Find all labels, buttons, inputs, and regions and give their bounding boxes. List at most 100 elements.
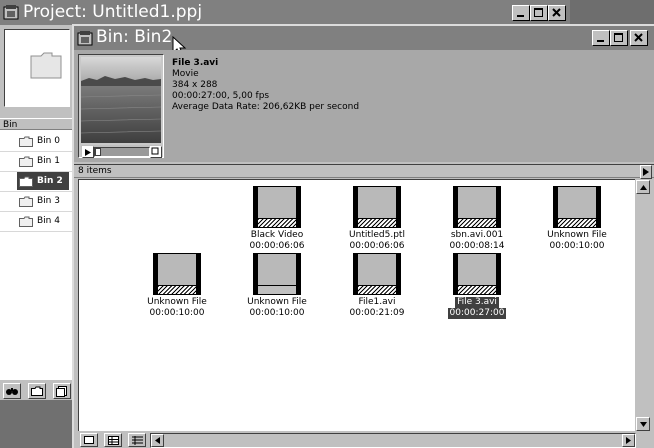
bin-maximize-button[interactable] <box>610 30 628 46</box>
clip-thumbnail-icon <box>453 253 501 295</box>
project-maximize-button[interactable] <box>530 5 548 21</box>
binoculars-icon <box>6 387 18 395</box>
thumbnail-view-button[interactable] <box>104 433 122 447</box>
bin-item-label: Bin 1 <box>37 156 60 166</box>
folder-icon <box>19 216 33 227</box>
bin-window-title: Bin: Bin2 <box>96 27 173 47</box>
vertical-scrollbar[interactable] <box>635 179 650 431</box>
find-button[interactable] <box>3 383 21 399</box>
clip-duration: 00:00:10:00 <box>149 308 205 318</box>
preview-scrub-bar[interactable] <box>94 147 150 157</box>
minimize-icon <box>597 40 604 42</box>
premiere-app-icon <box>3 5 19 20</box>
minimize-icon <box>517 15 524 17</box>
new-bin-button[interactable] <box>28 383 46 399</box>
triangle-right-icon <box>643 168 649 176</box>
project-thumbnail-area <box>4 29 70 107</box>
bin-item-label: Bin 0 <box>37 136 60 146</box>
bin-menu-button[interactable] <box>640 165 652 179</box>
clip-item[interactable]: sbn.avi.001 00:00:08:14 <box>427 186 527 256</box>
clip-thumbnail-icon <box>553 186 601 228</box>
bin-titlebar[interactable]: Bin: Bin2 <box>74 26 654 57</box>
clip-duration: 00:00:10:00 <box>549 241 605 251</box>
clip-preview-image <box>81 57 161 143</box>
bin-item-label: Bin 4 <box>37 216 60 226</box>
clip-item[interactable]: Untitled5.ptl 00:00:06:06 <box>327 186 427 256</box>
project-titlebar[interactable]: Project: Untitled1.ppj <box>0 0 570 25</box>
clip-duration: 00:00:21:09 <box>349 308 405 318</box>
new-item-icon <box>56 385 67 397</box>
bin-row-divider <box>0 231 72 232</box>
bin-item-1[interactable]: Bin 1 <box>17 152 69 170</box>
clip-name: Untitled5.ptl <box>349 230 405 240</box>
bin-item-0[interactable]: Bin 0 <box>17 132 69 150</box>
bin-column-header[interactable]: Bin <box>0 118 72 130</box>
clip-item[interactable]: File 3.avi 00:00:27:00 <box>427 253 527 323</box>
arrow-down-icon <box>639 421 647 427</box>
folder-icon <box>19 176 33 187</box>
project-minimize-button[interactable] <box>512 5 530 21</box>
clip-duration: 00:00:27:00 <box>447 308 507 319</box>
clip-name: Unknown File <box>547 230 607 240</box>
bin-item-label: Bin 3 <box>37 196 60 206</box>
maximize-icon <box>534 8 543 17</box>
clip-thumbnail-icon <box>153 253 201 295</box>
project-close-button[interactable] <box>548 5 566 21</box>
clip-item[interactable]: File1.avi 00:00:21:09 <box>327 253 427 323</box>
preview-clip-dimensions: 384 x 288 <box>172 80 218 90</box>
bin-close-button[interactable] <box>630 30 648 46</box>
project-window-title: Project: Untitled1.ppj <box>23 2 203 22</box>
clip-name: Black Video <box>250 230 304 240</box>
item-count: 8 items <box>78 166 112 176</box>
clip-name: Unknown File <box>147 297 207 307</box>
icon-view-button[interactable] <box>80 433 98 447</box>
scroll-left-button[interactable] <box>151 434 164 447</box>
bin-minimize-button[interactable] <box>592 30 610 46</box>
preview-clip-name: File 3.avi <box>172 58 219 68</box>
scroll-right-button[interactable] <box>622 434 635 447</box>
bin-content-area[interactable]: Black Video 00:00:06:06 Untitled5.ptl 00:00… <box>78 179 637 433</box>
clip-duration: 00:00:10:00 <box>249 308 305 318</box>
clip-thumbnail-icon <box>253 253 301 295</box>
close-icon <box>634 33 643 42</box>
play-icon <box>85 148 91 156</box>
clip-name: Unknown File <box>247 297 307 307</box>
scroll-up-button[interactable] <box>636 180 650 194</box>
list-view-icon <box>131 435 143 445</box>
clip-item[interactable]: Unknown File 00:00:10:00 <box>527 186 627 256</box>
clip-item[interactable]: Black Video 00:00:06:06 <box>227 186 327 256</box>
clip-item[interactable]: Unknown File 00:00:10:00 <box>227 253 327 323</box>
close-icon <box>552 8 561 17</box>
folder-icon <box>19 136 33 147</box>
clip-thumbnail-icon <box>453 186 501 228</box>
bin-window: Bin: Bin2 File 3.avi Movie 384 x 288 00:… <box>72 24 654 448</box>
clip-duration: 00:00:08:14 <box>449 241 505 251</box>
clip-name: File 3.avi <box>455 297 499 308</box>
poster-frame-button[interactable] <box>150 146 162 158</box>
arrow-right-icon <box>626 437 631 444</box>
preview-clip-type: Movie <box>172 69 199 79</box>
bin-item-3[interactable]: Bin 3 <box>17 192 69 210</box>
play-button[interactable] <box>82 146 94 158</box>
horizontal-scrollbar[interactable] <box>150 433 636 448</box>
clip-duration: 00:00:06:06 <box>249 241 305 251</box>
list-view-button[interactable] <box>128 433 146 447</box>
bin-bottom-bar <box>74 431 654 448</box>
poster-frame-icon <box>151 147 159 155</box>
bin-list: Bin 0 Bin 1 Bin 2 Bin 3 Bin 4 <box>0 130 72 380</box>
bin-item-2[interactable]: Bin 2 <box>17 172 69 190</box>
new-bin-icon <box>31 386 43 396</box>
preview-clip-data-rate: Average Data Rate: 206,62KB per second <box>172 102 360 112</box>
project-thumbnail-strip <box>4 107 70 115</box>
clip-duration: 00:00:06:06 <box>349 241 405 251</box>
bin-item-4[interactable]: Bin 4 <box>17 212 69 230</box>
clip-preview-panel: File 3.avi Movie 384 x 288 00:00:27:00, … <box>74 50 654 162</box>
new-item-button[interactable] <box>53 383 71 399</box>
folder-icon <box>19 196 33 207</box>
clip-thumbnail-icon <box>353 253 401 295</box>
clip-item[interactable]: Unknown File 00:00:10:00 <box>127 253 227 323</box>
preview-controls <box>81 145 162 158</box>
scroll-down-button[interactable] <box>636 417 650 431</box>
scrub-handle[interactable] <box>95 148 101 156</box>
thumbnail-view-icon <box>107 435 119 445</box>
